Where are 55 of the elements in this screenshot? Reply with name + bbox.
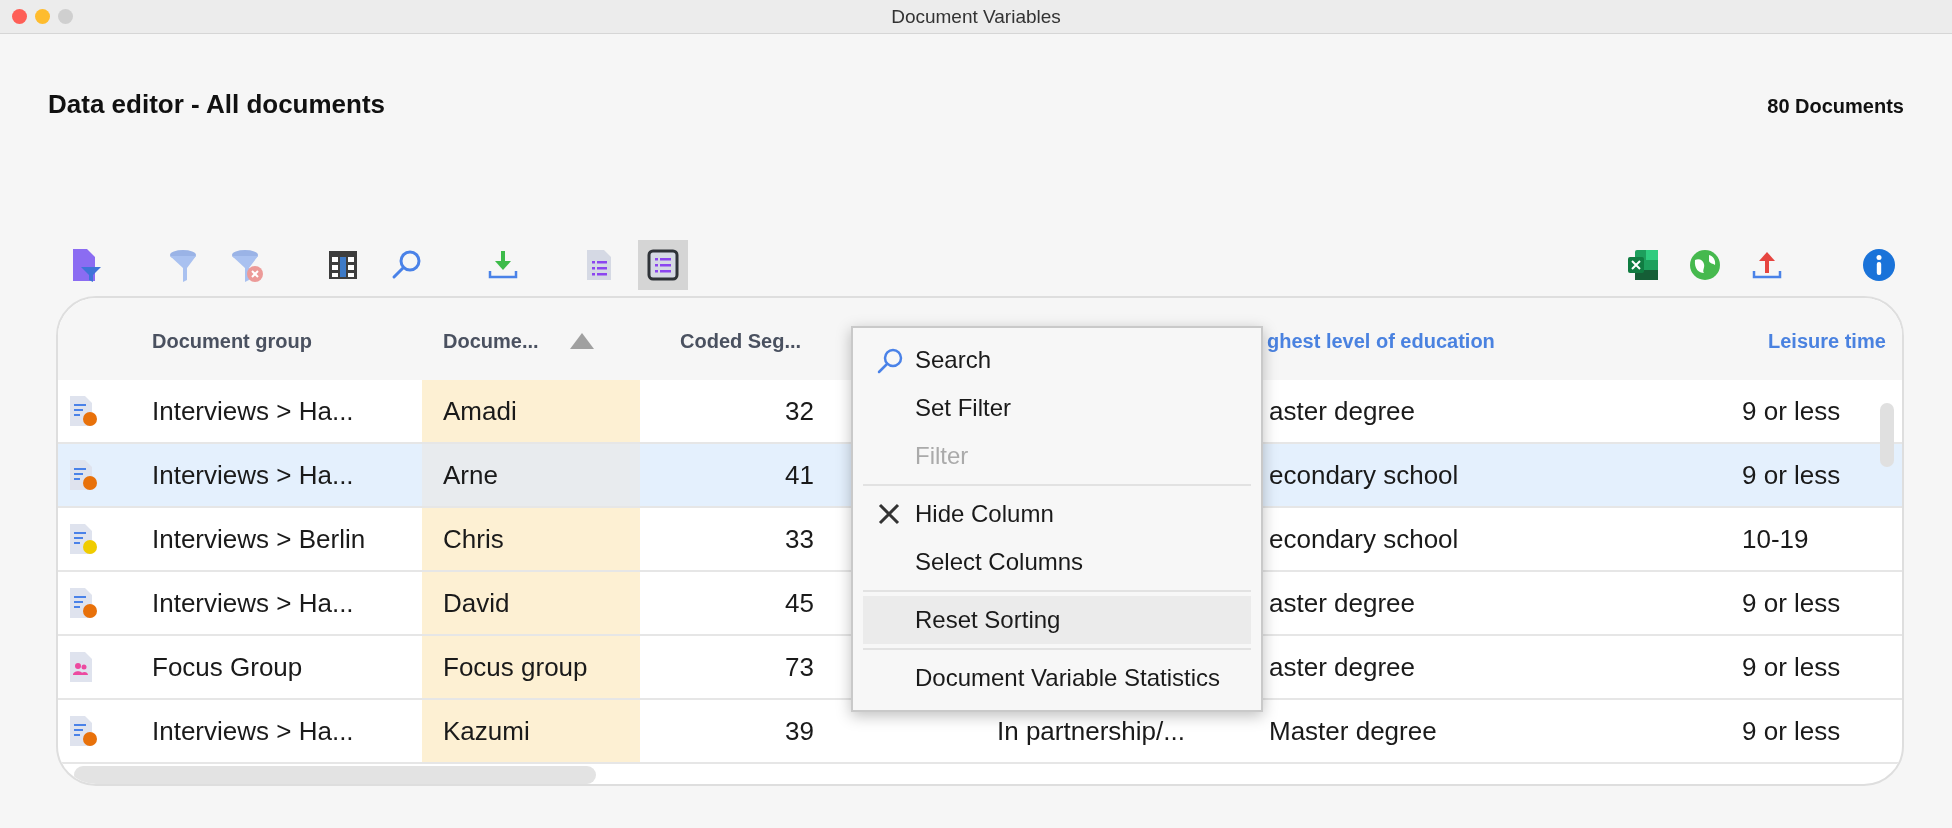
- close-icon: [877, 502, 901, 526]
- clear-filter-icon: [229, 247, 265, 283]
- table-cell-text: Interviews > Ha...: [152, 394, 354, 428]
- menu-item[interactable]: Hide Column: [863, 490, 1251, 538]
- document-name: Kazumi: [443, 714, 530, 748]
- table-cell-text: 9 or less: [1742, 458, 1841, 492]
- table-cell-text: 9 or less: [1742, 586, 1841, 620]
- segment-count: 41: [785, 458, 814, 492]
- segment-count: 33: [785, 522, 814, 556]
- segment-count: 32: [785, 394, 814, 428]
- menu-item[interactable]: Reset Sorting: [863, 596, 1251, 644]
- document-count: 80 Documents: [1767, 94, 1904, 119]
- vertical-scrollbar[interactable]: [1880, 403, 1894, 467]
- table-cell-text: 9 or less: [1742, 650, 1841, 684]
- table-cell-text: 9 or less: [1742, 394, 1841, 428]
- list-view-icon: [645, 247, 681, 283]
- table-cell-text: econdary school: [1269, 458, 1459, 492]
- sort-ascending-icon: [568, 332, 595, 350]
- column-header[interactable]: Coded Seg...: [680, 326, 802, 356]
- list-view-button[interactable]: [638, 240, 688, 290]
- table-cell-text: Interviews > Berlin: [152, 522, 366, 556]
- table-cell-text: Focus Group: [152, 650, 303, 684]
- column-header[interactable]: Document group: [152, 326, 312, 356]
- menu-item[interactable]: Search: [863, 336, 1251, 384]
- table-cell-text: Interviews > Ha...: [152, 586, 354, 620]
- close-window-button[interactable]: [12, 9, 27, 24]
- document-name: Amadi: [443, 394, 517, 428]
- document-name: Chris: [443, 522, 504, 556]
- table-cell-text: Master degree: [1269, 714, 1437, 748]
- menu-item[interactable]: Select Columns: [863, 538, 1251, 586]
- document-name: Focus group: [443, 650, 588, 684]
- spreadsheet-icon: [1625, 247, 1661, 283]
- horizontal-scrollbar[interactable]: [74, 766, 596, 784]
- info-icon: [1861, 247, 1897, 283]
- column-header[interactable]: Docume...: [443, 326, 595, 356]
- document-name: David: [443, 586, 510, 620]
- page-title: Data editor - All documents: [48, 88, 386, 121]
- table-cell-text: Interviews > Ha...: [152, 714, 354, 748]
- table-cell-text: aster degree: [1269, 650, 1415, 684]
- table-cell-text: econdary school: [1269, 522, 1459, 556]
- globe-icon: [1687, 247, 1723, 283]
- table-cell-text: In partnership/...: [997, 714, 1185, 748]
- segment-count: 39: [785, 714, 814, 748]
- search-icon: [877, 348, 903, 374]
- document-name: Arne: [443, 458, 498, 492]
- table-cell-text: 9 or less: [1742, 714, 1841, 748]
- segment-count: 45: [785, 586, 814, 620]
- table-cell-text: aster degree: [1269, 394, 1415, 428]
- window-title: Document Variables: [891, 6, 1061, 27]
- menu-item[interactable]: Set Filter: [863, 384, 1251, 432]
- segment-count: 73: [785, 650, 814, 684]
- table-cell-text: Interviews > Ha...: [152, 458, 354, 492]
- table-cell-text: aster degree: [1269, 586, 1415, 620]
- menu-item[interactable]: Document Variable Statistics: [863, 654, 1251, 702]
- table-cell-text: 10-19: [1742, 522, 1809, 556]
